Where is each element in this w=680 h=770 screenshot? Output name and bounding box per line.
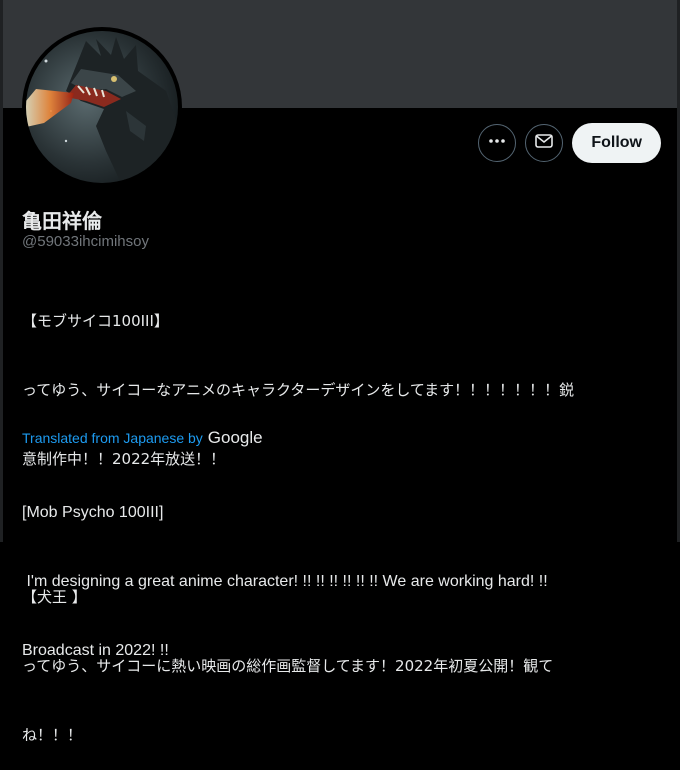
mail-icon bbox=[534, 131, 554, 155]
user-handle: @59033ihcimihsoy bbox=[22, 233, 149, 250]
avatar[interactable] bbox=[22, 27, 182, 187]
more-button[interactable] bbox=[478, 124, 517, 162]
translated-line: Broadcast in 2022! !! bbox=[22, 642, 169, 659]
follow-button[interactable]: Follow bbox=[572, 123, 661, 163]
translated-line: I'm designing a great anime character! !… bbox=[22, 573, 548, 590]
translated-bio: [Mob Psycho 100III] I'm designing a grea… bbox=[22, 455, 662, 685]
display-name: 亀田祥倫 bbox=[22, 209, 102, 233]
profile-actions: Follow bbox=[478, 123, 661, 163]
translated-line: [Mob Psycho 100III] bbox=[22, 504, 164, 521]
avatar-image bbox=[26, 31, 178, 183]
ellipsis-icon bbox=[488, 132, 506, 154]
translation-attribution[interactable]: Translated from Japanese by Google bbox=[22, 428, 263, 448]
google-logo: Google bbox=[207, 428, 263, 447]
translated-label: Translated from Japanese by bbox=[22, 430, 203, 446]
message-button[interactable] bbox=[525, 124, 564, 162]
bio-line: ね！！！ bbox=[22, 726, 83, 744]
bio-line: ってゆう、サイコーなアニメのキャラクターデザインをしてます！！！！！！！鋭 bbox=[22, 381, 575, 399]
bio-line: 【モブサイコ100III】 bbox=[22, 312, 169, 330]
page-edge-left bbox=[0, 0, 3, 542]
